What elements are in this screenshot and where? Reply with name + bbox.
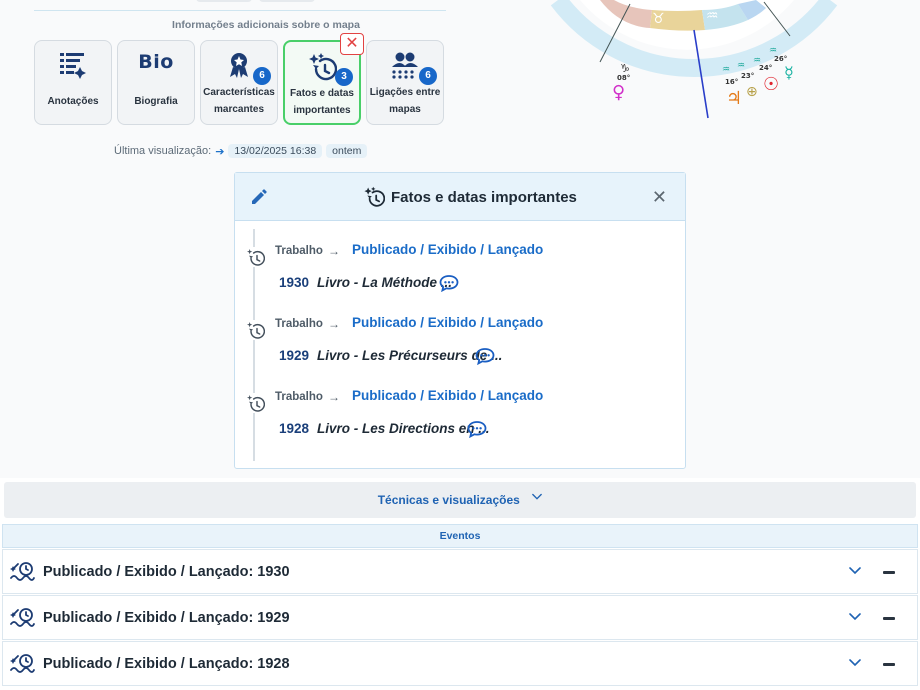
notes-icon [35,51,111,81]
entry-type-link[interactable]: Publicado / Exibido / Lançado [352,388,543,403]
timeline-entry[interactable]: Trabalho → Publicado / Exibido / Lançado… [235,233,685,305]
history-icon [245,320,265,340]
card-label: Biografia [134,96,178,107]
entry-arrow: → [328,317,340,331]
panel-header: Fatos e datas importantes ✕ [235,173,685,221]
entry-type-link[interactable]: Publicado / Exibido / Lançado [352,242,543,257]
top-pill-right[interactable] [259,0,315,2]
degree-label: 23° [741,72,754,80]
entry-category: Trabalho [275,318,323,330]
info-section-title: Informações adicionais sobre o mapa [172,19,360,31]
event-title: Publicado / Exibido / Lançado: 1929 [43,610,290,626]
card-biography[interactable]: Bio Biografia [117,40,195,125]
event-title: Publicado / Exibido / Lançado: 1928 [43,656,290,672]
card-annotations[interactable]: Anotações [34,40,112,125]
bio-icon: Bio [138,51,174,73]
collapse-icon[interactable] [883,617,895,620]
entry-description: Livro - La Méthode ... [317,275,453,290]
history-icon [245,247,265,267]
arrow-right-icon: ➔ [215,145,225,158]
timeline-entry[interactable]: Trabalho → Publicado / Exibido / Lançado… [235,379,685,451]
last-view-relative: ontem [326,144,368,158]
jupiter-glyph: ♃ [726,88,742,109]
aquarius-mark: ♒ [737,61,745,71]
event-history-icon [10,654,35,673]
techniques-toggle[interactable]: Técnicas e visualizações [4,482,916,518]
entry-arrow: → [328,390,340,404]
card-label: Fatos e datas importantes [290,88,354,116]
card-label: Anotações [47,96,99,107]
entry-year: 1929 [279,348,310,363]
last-view-date: 13/02/2025 16:38 [228,144,323,158]
event-history-icon [10,562,35,581]
taurus-glyph: ♉ [652,11,665,27]
aquarius-mark: ♒ [722,65,730,75]
history-sparkle-icon [364,186,385,207]
degree-label: 24° [759,64,772,72]
entry-description: Livro - Les Directions en ... [317,421,490,436]
chevron-down-icon[interactable] [849,612,861,622]
count-badge: 3 [335,68,353,86]
astro-chart[interactable]: ♉ ♒ ♑ 08° ♀ ♒ ♒ ♒ ♒ 16° 23° 24° 26° ♃ ⊕ … [540,0,840,130]
degree-label: 16° [725,78,738,86]
chevron-down-icon[interactable] [849,566,861,576]
techniques-label: Técnicas e visualizações [377,493,520,507]
timeline-entry[interactable]: Trabalho → Publicado / Exibido / Lançado… [235,306,685,378]
count-badge: 6 [419,67,437,85]
entry-year: 1930 [279,275,310,290]
event-row[interactable]: Publicado / Exibido / Lançado: 1930 [2,549,918,594]
top-pill-left[interactable] [196,0,252,2]
entry-category: Trabalho [275,391,323,403]
section-divider [34,10,446,11]
collapse-icon[interactable] [883,571,895,574]
count-badge: 6 [253,67,271,85]
entry-year: 1928 [279,421,310,436]
venus-glyph: ♀ [612,82,625,103]
chevron-down-icon [532,493,543,500]
comment-icon[interactable] [439,274,459,292]
edit-icon[interactable] [249,187,269,207]
sun-glyph: ☉ [763,74,779,95]
panel-title-text: Fatos e datas importantes [391,188,577,206]
collapse-icon[interactable] [883,663,895,666]
event-history-icon [10,608,35,627]
close-icon[interactable]: ✕ [652,187,667,207]
degree-label: 26° [774,55,787,63]
history-icon [245,393,265,413]
event-row[interactable]: Publicado / Exibido / Lançado: 1928 [2,641,918,686]
entry-arrow: → [328,244,340,258]
last-view: Última visualização: ➔ 13/02/2025 16:38 … [114,144,368,158]
entry-category: Trabalho [275,245,323,257]
card-label: Ligações entre mapas [369,87,441,115]
aquarius-glyph: ♒ [706,8,719,24]
card-characteristics[interactable]: 6 Características marcantes [200,40,278,125]
card-important-dates[interactable]: ✕ 3 Fatos e datas importantes [283,33,364,125]
earth-glyph: ⊕ [746,84,758,100]
degree-label: 08° [617,74,630,82]
info-cards: Anotações Bio Biografia 6 Característica… [34,33,444,125]
card-chart-links[interactable]: 6 Ligações entre mapas [366,40,444,125]
card-label: Características marcantes [203,87,275,115]
panel-title: Fatos e datas importantes [363,186,577,208]
events-header: Eventos [2,524,918,548]
comment-icon[interactable] [467,420,487,438]
entry-type-link[interactable]: Publicado / Exibido / Lançado [352,315,543,330]
event-row[interactable]: Publicado / Exibido / Lançado: 1929 [2,595,918,640]
mercury-glyph: ☿ [784,63,794,82]
last-view-label: Última visualização: [114,145,212,157]
comment-icon[interactable] [475,347,495,365]
event-title: Publicado / Exibido / Lançado: 1930 [43,564,290,580]
important-dates-panel: Fatos e datas importantes ✕ Trabalho → P… [234,172,686,469]
chevron-down-icon[interactable] [849,658,861,668]
